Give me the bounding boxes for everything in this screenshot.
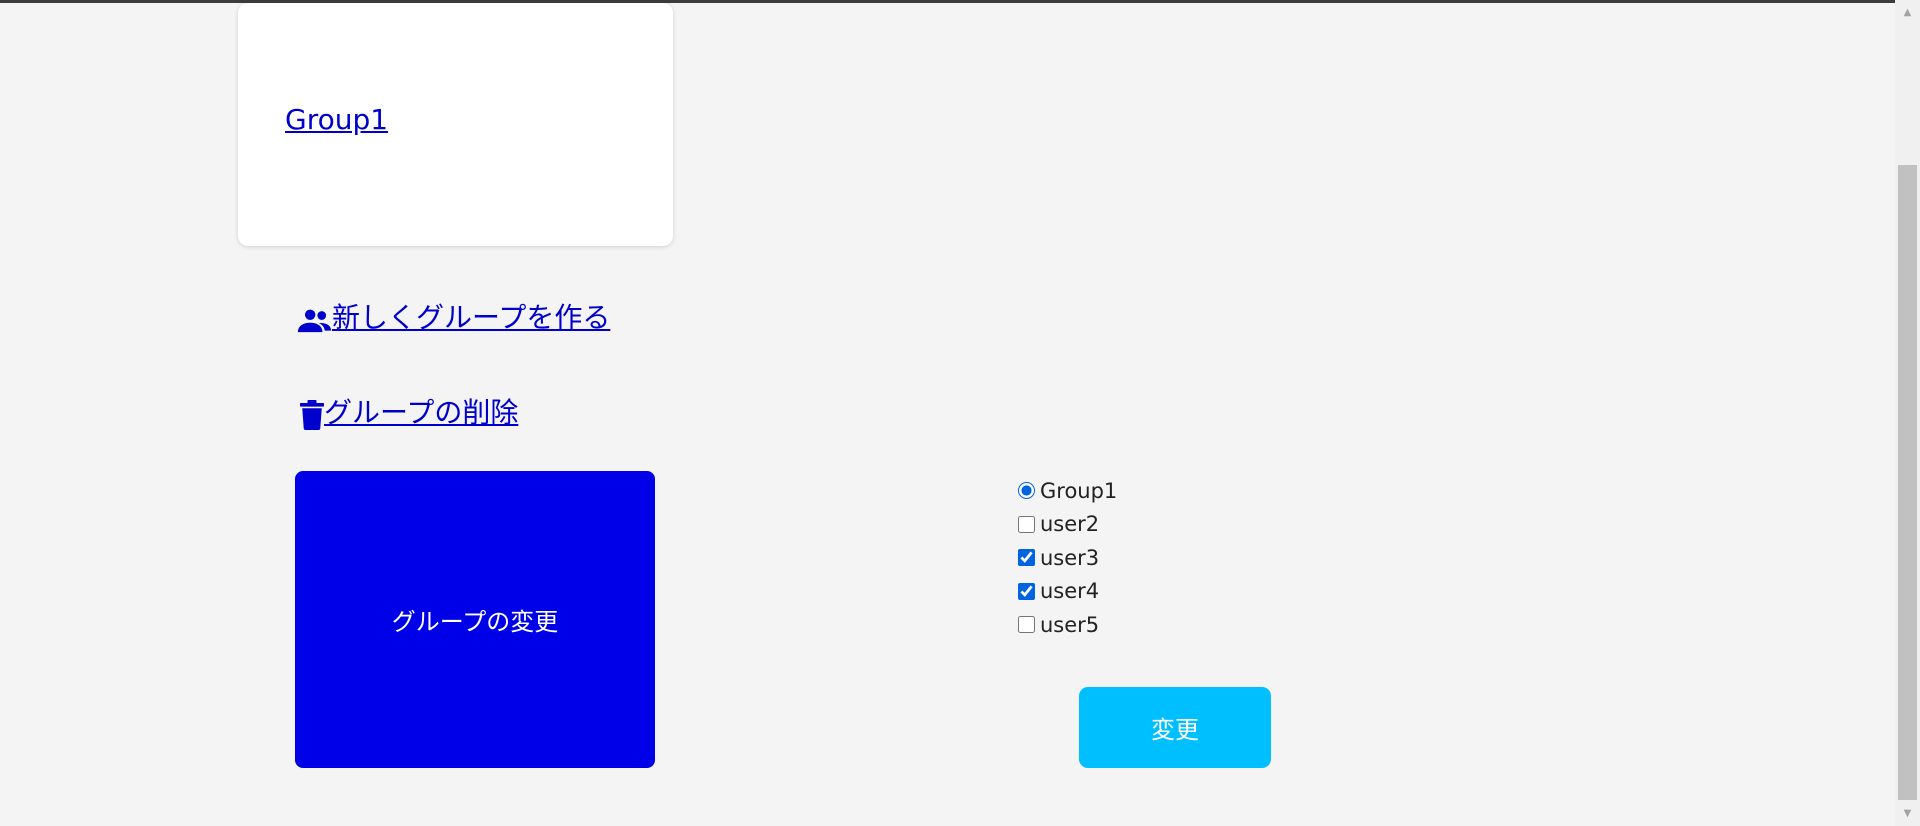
user-option-user3[interactable]: user3	[1018, 541, 1117, 575]
scroll-up-arrow-icon[interactable]: ▲	[1895, 4, 1920, 21]
trash-icon	[300, 400, 324, 430]
user-option-user4[interactable]: user4	[1018, 575, 1117, 609]
user-option-user2[interactable]: user2	[1018, 508, 1117, 542]
user-label-user5: user5	[1040, 612, 1100, 637]
new-group-link[interactable]: 新しくグループを作る	[297, 301, 610, 335]
submit-change-button[interactable]: 変更	[1079, 687, 1271, 768]
change-group-label: グループの変更	[391, 608, 559, 636]
vertical-scrollbar[interactable]: ▲ ▼	[1895, 0, 1920, 826]
change-group-button[interactable]: グループの変更	[295, 471, 655, 768]
delete-group-link[interactable]: グループの削除	[300, 396, 518, 430]
scroll-down-arrow-icon[interactable]: ▼	[1895, 805, 1920, 822]
user-checkbox-user5[interactable]	[1018, 616, 1035, 634]
group-radio-button[interactable]	[1018, 482, 1035, 500]
user-label-user4: user4	[1040, 579, 1100, 604]
user-label-user3: user3	[1040, 545, 1100, 570]
delete-group-label: グループの削除	[324, 396, 519, 429]
user-checkbox-user3[interactable]	[1018, 549, 1035, 567]
user-option-user5[interactable]: user5	[1018, 608, 1117, 642]
group-member-form: Group1 user2 user3 user4 user5	[1018, 474, 1117, 642]
user-checkbox-user4[interactable]	[1018, 582, 1035, 600]
user-checkbox-user2[interactable]	[1018, 515, 1035, 533]
new-group-label: 新しくグループを作る	[332, 301, 611, 334]
user-label-user2: user2	[1040, 512, 1100, 537]
group-radio-option[interactable]: Group1	[1018, 474, 1117, 508]
people-icon	[297, 309, 332, 335]
scrollbar-thumb[interactable]	[1898, 165, 1917, 800]
group-link-group1[interactable]: Group1	[285, 103, 388, 137]
group-radio-label: Group1	[1040, 478, 1118, 503]
